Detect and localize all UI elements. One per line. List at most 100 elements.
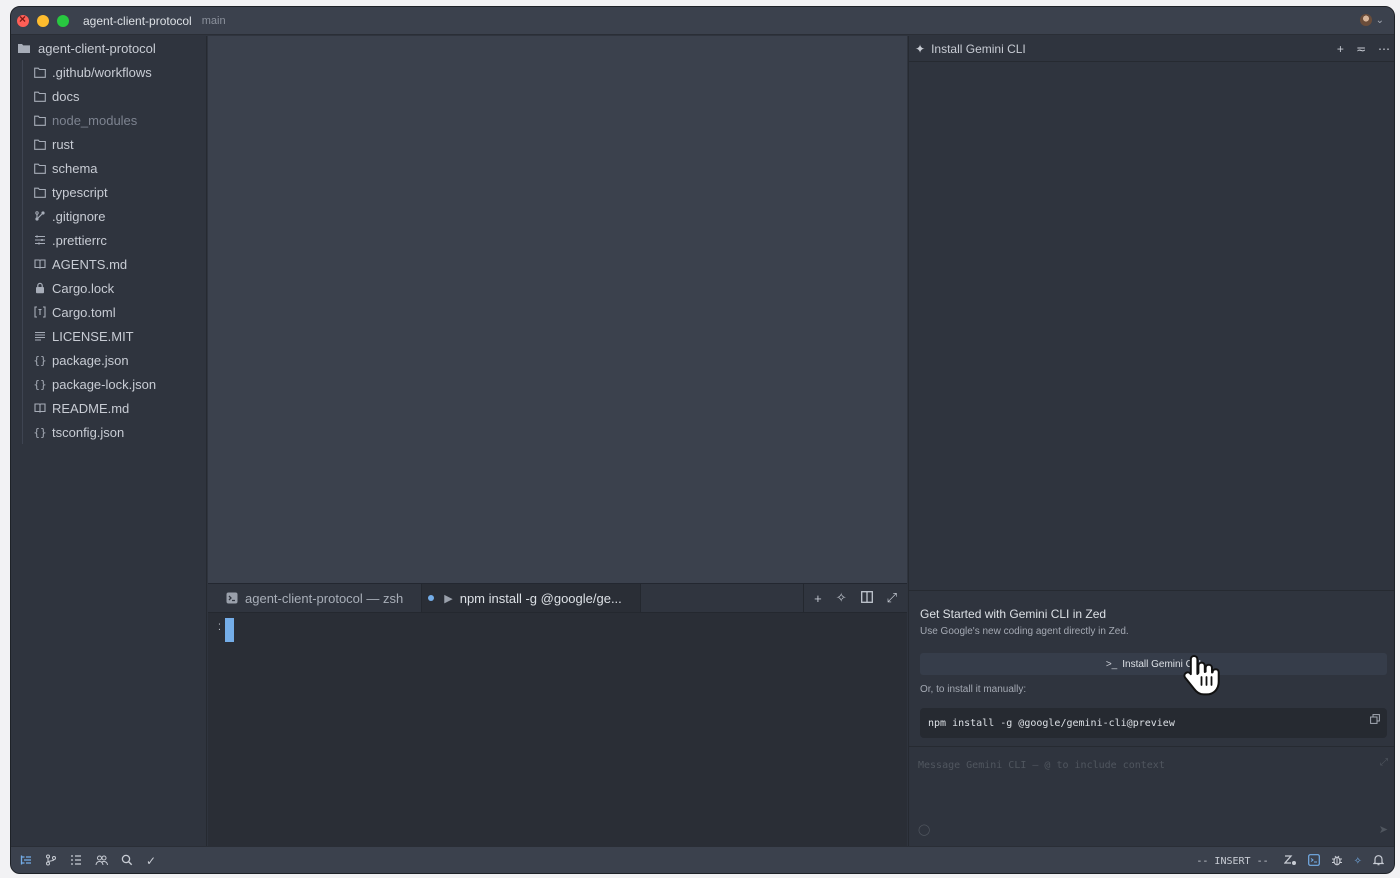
file-tree-item[interactable]: AGENTS.md [11,252,206,276]
avatar[interactable] [1359,14,1372,26]
onboarding-card: Get Started with Gemini CLI in Zed Use G… [909,590,1394,746]
sparkle-icon: ✦ [915,41,926,56]
toml-icon [33,306,47,318]
file-tree-item-label: .prettierrc [52,232,107,248]
prompt-marker-icon: ⁚ [218,622,221,632]
install-gemini-cli-button[interactable]: >_ Install Gemini CLI [920,653,1387,675]
user-menu[interactable]: ⌄ [1359,14,1384,26]
search-icon[interactable] [121,854,133,869]
terminal-panel: agent-client-protocol — zsh ▶ npm instal… [208,583,907,846]
install-command: npm install -g @google/gemini-cli@previe… [928,717,1175,729]
split-pane-icon[interactable] [860,590,873,606]
add-context-icon[interactable]: ◯ [918,823,930,836]
file-tree-item[interactable]: .gitignore [11,204,206,228]
hand-pointer-cursor-icon [1183,655,1220,696]
file-tree-item-label: README.md [52,400,130,416]
scrollbar[interactable] [1394,62,1395,590]
file-tree-item-label: Cargo.lock [52,280,115,296]
file-tree-item-label: node_modules [52,112,138,128]
terminal-tab-zsh[interactable]: agent-client-protocol — zsh [208,584,423,612]
file-tree-item[interactable]: {} package-lock.json [11,372,206,396]
edit-predictions-icon[interactable] [1283,854,1297,869]
close-window-button[interactable] [17,12,29,27]
onboarding-subtitle: Use Google's new coding agent directly i… [920,626,1129,637]
agent-panel: ✦ Install Gemini CLI + ≂ ⋯ Get Started w… [908,36,1395,846]
file-tree-item-label: tsconfig.json [52,424,125,440]
debug-bug-icon[interactable] [1331,854,1343,869]
branch-name[interactable]: main [202,15,226,27]
terminal-cursor [225,618,234,642]
book-icon [33,402,47,414]
file-tree-item[interactable]: Cargo.lock [11,276,206,300]
file-tree-item[interactable]: typescript [11,180,206,204]
file-tree-item[interactable]: {} package.json [11,348,206,372]
notifications-bell-icon[interactable] [1372,854,1385,869]
window-controls [17,12,69,27]
terminal-tab-bar: agent-client-protocol — zsh ▶ npm instal… [208,584,907,613]
braces-icon: {} [33,425,47,439]
history-icon[interactable]: ≂ [1356,42,1366,56]
chevron-down-icon: ⌄ [1375,14,1384,26]
file-tree-item[interactable]: schema [11,156,206,180]
maximize-icon[interactable]: ⤢ [887,590,897,606]
braces-icon: {} [33,353,47,367]
modified-dot-icon [428,595,435,601]
folder-icon [33,115,47,126]
minimize-window-button[interactable] [37,14,49,27]
status-bar-left: ✓ [20,854,156,869]
file-tree-item[interactable]: LICENSE.MIT [11,324,206,348]
title-bar: agent-client-protocol main ⌄ [11,7,1394,35]
agent-header-actions: + ≂ ⋯ [1337,42,1394,56]
file-tree-item[interactable]: rust [11,132,206,156]
maximize-window-button[interactable] [57,14,69,27]
file-tree: .github/workflows docs node_modulesrust sch… [11,60,206,444]
project-panel: agent-client-protocol .github/workflows d… [11,36,207,846]
file-tree-item[interactable]: {} tsconfig.json [11,420,206,444]
message-editor: ⤢ ◯ ➤ [909,746,1394,846]
folder-icon [33,139,47,150]
assistant-sparkle-icon[interactable]: ✧ [836,590,847,606]
agent-panel-sparkle-icon[interactable]: ✧ [1354,856,1362,867]
vim-mode-indicator[interactable]: -- INSERT -- [1196,856,1268,867]
folder-icon [33,187,47,198]
file-tree-item[interactable]: .prettierrc [11,228,206,252]
project-panel-toggle-icon[interactable] [20,854,32,869]
expand-editor-icon[interactable]: ⤢ [1380,757,1388,768]
git-icon [33,210,47,222]
folder-icon [33,163,47,174]
terminal-toggle-icon[interactable] [1307,853,1320,869]
project-root[interactable]: agent-client-protocol [11,36,206,60]
copy-icon[interactable] [1370,714,1380,727]
terminal-icon [226,592,238,604]
collaboration-icon[interactable] [95,854,108,869]
file-tree-item-label: AGENTS.md [52,256,128,272]
status-bar: ✓ -- INSERT -- ✧ [11,846,1394,873]
file-tree-item[interactable]: docs [11,84,206,108]
new-thread-plus-icon[interactable]: + [1337,42,1344,56]
app-window: agent-client-protocol main ⌄ agent-clien… [10,6,1395,874]
diagnostics-check-icon[interactable]: ✓ [146,854,156,868]
more-options-icon[interactable]: ⋯ [1378,42,1390,56]
file-tree-item-label: .github/workflows [52,64,152,80]
file-tree-item[interactable]: .github/workflows [11,60,206,84]
file-tree-item-label: docs [52,88,80,104]
braces-icon: {} [33,377,47,391]
status-bar-right: -- INSERT -- ✧ [1196,853,1385,869]
file-tree-item[interactable]: Cargo.toml [11,300,206,324]
file-tree-item-label: typescript [52,184,108,200]
send-icon[interactable]: ➤ [1379,823,1388,836]
message-input[interactable] [918,757,1378,773]
folder-icon [33,67,47,78]
file-tree-item-label: LICENSE.MIT [52,328,134,344]
file-tree-item[interactable]: node_modules [11,108,206,132]
git-branch-icon[interactable] [45,854,57,869]
terminal-tab-label: agent-client-protocol — zsh [245,590,404,606]
terminal-tab-npm[interactable]: ▶ npm install -g @google/ge... [422,584,641,612]
project-name[interactable]: agent-client-protocol [83,14,192,28]
file-tree-item[interactable]: README.md [11,396,206,420]
new-terminal-plus-icon[interactable]: + [814,591,822,606]
editor-pane[interactable] [208,36,907,583]
outline-icon[interactable] [70,854,82,869]
file-tree-item-label: schema [52,160,98,176]
settings-lines-icon [33,234,47,246]
